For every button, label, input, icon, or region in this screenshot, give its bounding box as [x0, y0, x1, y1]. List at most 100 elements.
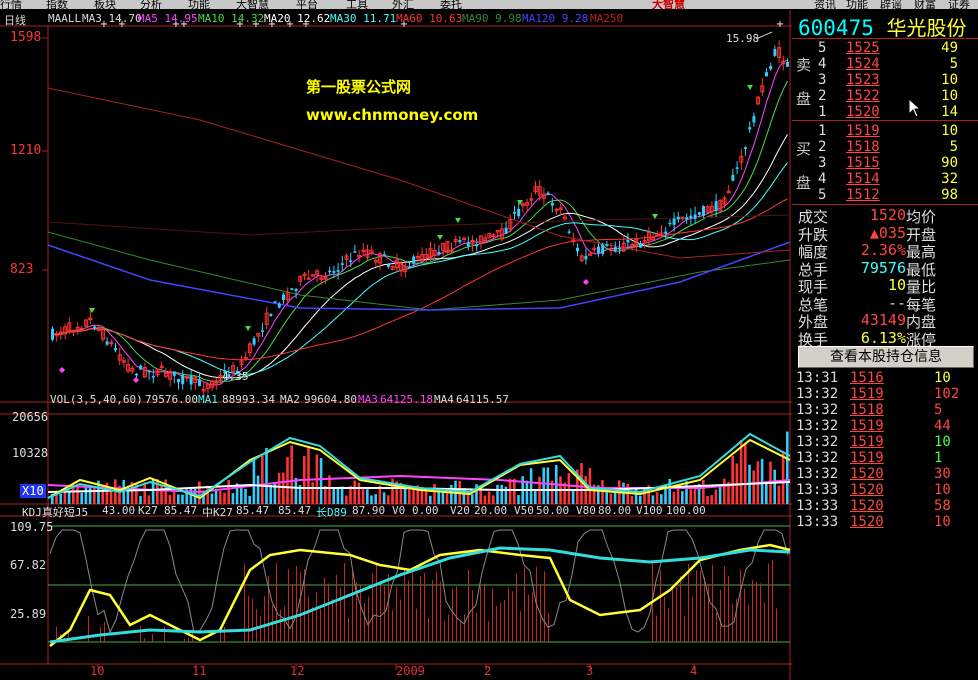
tick-row: 13:32 1518 5: [792, 402, 978, 418]
volume-bar: [109, 491, 113, 504]
volume-bar: [340, 486, 344, 504]
view-holdings-button[interactable]: 查看本股持仓信息: [798, 346, 974, 368]
candle-body: [735, 167, 739, 169]
buy-price: 1512: [846, 187, 880, 203]
tick-volume: 5: [934, 402, 943, 418]
volume-bar: [571, 489, 575, 504]
menu-item-dzh[interactable]: 大智慧: [236, 0, 269, 9]
x-axis-label-dec: 12: [290, 664, 305, 678]
candle-body: [177, 378, 180, 383]
mouse-cursor-icon: [908, 98, 922, 118]
menu-item-sector[interactable]: 板块: [94, 0, 116, 9]
kdj-bar: [692, 596, 693, 642]
tick-row: 13:32 1519 44: [792, 418, 978, 434]
tick-price: 1518: [850, 402, 884, 418]
sell-volume: 14: [941, 104, 958, 120]
candle-body: [567, 231, 571, 233]
kdj-bar: [296, 566, 297, 642]
kdj-bar: [708, 583, 709, 642]
kdj-bar: [432, 580, 433, 642]
volume-bar: [55, 494, 58, 504]
kdj-bar: [672, 584, 673, 642]
tick-row: 13:33 1520 10: [792, 482, 978, 498]
top-button-function[interactable]: 功能: [846, 0, 868, 9]
kdj-bar: [144, 638, 145, 642]
volume-bar: [723, 478, 726, 504]
volume-bar: [492, 495, 495, 504]
volume-bar: [651, 495, 655, 504]
candle-body: [336, 269, 340, 272]
kdj-bar: [316, 592, 317, 642]
menu-item-analysis[interactable]: 分析: [140, 0, 162, 9]
candle-body: [135, 373, 138, 376]
sell-level-row: 2 1522 10: [792, 88, 978, 104]
kdj-bar: [412, 568, 413, 642]
high-price-annotation: 15.98: [726, 32, 760, 45]
sell-level: 4: [818, 56, 827, 72]
candle-body: [139, 365, 143, 370]
kdj-bar: [404, 567, 405, 642]
kdj-axis-top: 109.75: [10, 520, 54, 534]
candle-body: [466, 242, 470, 247]
candle-body: [261, 330, 264, 332]
candle-body: [744, 147, 747, 149]
x-axis-label-nov: 11: [192, 664, 207, 678]
kdj-bar: [684, 615, 685, 642]
menu-item-forex[interactable]: 外汇: [392, 0, 414, 9]
volume-bar: [655, 492, 659, 504]
ma-legend-ma90: MA90 9.98: [462, 12, 522, 25]
kdj-bar: [716, 612, 717, 642]
top-button-securities[interactable]: 证券: [948, 0, 970, 9]
volume-bar: [353, 480, 356, 504]
menu-item-index[interactable]: 指数: [46, 0, 68, 9]
volume-bar: [424, 489, 428, 504]
volume-bar: [261, 455, 264, 504]
kdj-bar: [396, 586, 397, 642]
candle-body: [437, 252, 441, 255]
menu-item-trade[interactable]: 委托: [440, 0, 462, 9]
ma-legend-ma250: MA250: [590, 12, 624, 25]
menu-item-platform[interactable]: 平台: [296, 0, 318, 9]
volume-bar: [517, 495, 520, 504]
menu-item-tools[interactable]: 工具: [346, 0, 368, 9]
sell-volume: 10: [941, 72, 958, 88]
tick-price: 1520: [850, 514, 884, 530]
tick-price: 1519: [850, 450, 884, 466]
volume-axis-top: 20656: [12, 410, 49, 424]
kdj-bar: [760, 583, 761, 642]
volume-bar: [744, 442, 747, 504]
candle-body: [475, 244, 479, 247]
menu-item-function[interactable]: 功能: [188, 0, 210, 9]
kdj-bar: [288, 569, 289, 642]
kdj-bar: [688, 564, 689, 642]
sell-level-row: 4 1524 5: [792, 56, 978, 72]
kdj-bar: [456, 586, 457, 642]
period-label[interactable]: 日线: [4, 12, 26, 28]
volume-bar: [437, 492, 440, 504]
tick-time: 13:31: [796, 370, 839, 386]
volume-bar: [244, 488, 247, 504]
tick-volume: 1: [934, 450, 943, 466]
menu-item-quotes[interactable]: 行情: [0, 0, 22, 9]
kdj-bar: [248, 595, 249, 642]
top-button-news[interactable]: 资讯: [814, 0, 836, 9]
x-axis-label-apr: 4: [690, 664, 698, 678]
stat-row: 总笔 -- 每笔: [792, 294, 978, 314]
sell-level-row: 3 1523 10: [792, 72, 978, 88]
volume-bar: [689, 489, 692, 504]
volume-bar: [256, 475, 260, 504]
tick-volume: 10: [934, 514, 951, 530]
volume-bar: [534, 490, 537, 504]
volume-bar: [630, 495, 634, 504]
kdj-bar: [448, 614, 449, 642]
volume-bar: [508, 478, 512, 504]
kdj-bar: [336, 574, 337, 642]
top-button-wealth[interactable]: 财富: [914, 0, 936, 9]
kdj-bar: [364, 602, 365, 642]
volume-bar: [156, 478, 159, 504]
kdj-bar: [424, 572, 425, 642]
sell-price: 1524: [846, 56, 880, 72]
stat-value: 6.13%: [860, 328, 906, 347]
top-button-rumor[interactable]: 辟谣: [880, 0, 902, 9]
kdj-bar: [452, 588, 453, 642]
